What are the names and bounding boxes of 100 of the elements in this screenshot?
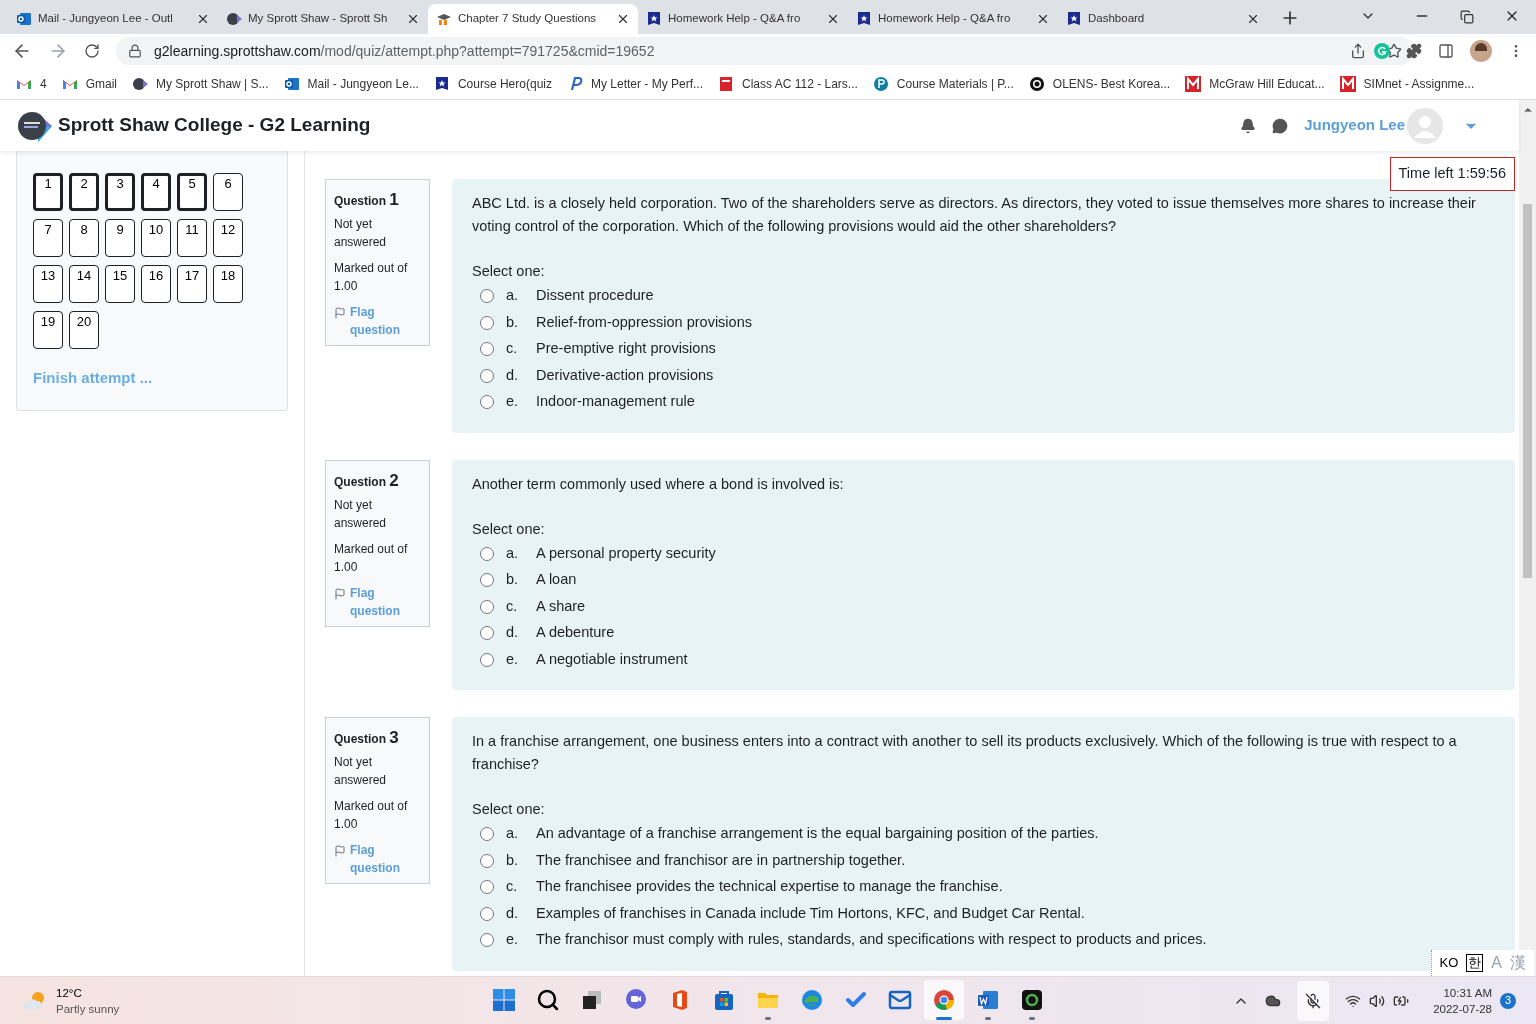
- question-nav-button[interactable]: 11: [177, 219, 207, 257]
- browser-tab[interactable]: Dashboard: [1058, 4, 1268, 34]
- language-bar-item[interactable]: 한: [1466, 954, 1484, 972]
- language-bar-item[interactable]: KO: [1439, 953, 1459, 973]
- radio-button[interactable]: [480, 906, 494, 921]
- volume-icon[interactable]: [1369, 992, 1386, 1009]
- bookmark-item[interactable]: Gmail: [61, 74, 118, 93]
- close-icon[interactable]: [1246, 12, 1260, 26]
- question-nav-button[interactable]: 19: [33, 311, 63, 349]
- close-icon[interactable]: [1036, 12, 1050, 26]
- radio-button[interactable]: [480, 827, 494, 842]
- radio-button[interactable]: [480, 933, 494, 948]
- browser-tab[interactable]: Homework Help - Q&A fro: [848, 4, 1058, 34]
- scrollbar-thumb[interactable]: [1523, 204, 1532, 578]
- radio-button[interactable]: [480, 853, 494, 868]
- bookmark-star-icon[interactable]: [1386, 43, 1402, 59]
- address-bar[interactable]: g2learning.sprottshaw.com/mod/quiz/attempt.php?attempt=791725&cmid=19652: [116, 37, 1414, 65]
- close-icon[interactable]: [826, 12, 840, 26]
- radio-button[interactable]: [480, 573, 494, 588]
- question-nav-button[interactable]: 6: [213, 173, 243, 211]
- answer-option[interactable]: c. A share: [472, 593, 1495, 620]
- bookmark-item[interactable]: Class AC 112 - Lars...: [718, 74, 858, 93]
- question-grade: Marked out of 1.00: [334, 798, 409, 833]
- bookmark-item[interactable]: Mail - Jungyeon Le...: [283, 74, 419, 93]
- extensions-icon[interactable]: [1406, 43, 1422, 59]
- question-nav-button[interactable]: 8: [69, 219, 99, 257]
- question-nav-button[interactable]: 9: [105, 219, 135, 257]
- question-nav-button[interactable]: 10: [141, 219, 171, 257]
- radio-button[interactable]: [480, 880, 494, 895]
- side-panel-icon[interactable]: [1438, 43, 1454, 59]
- answer-option[interactable]: b. Relief-from-oppression provisions: [472, 309, 1495, 336]
- clock-time[interactable]: 10:31 AM: [1433, 984, 1492, 1001]
- question-nav-button[interactable]: 1: [33, 173, 63, 211]
- radio-button[interactable]: [480, 395, 494, 410]
- video-chat-icon: [624, 988, 648, 1012]
- radio-button[interactable]: [480, 289, 494, 304]
- messages-icon[interactable]: [1272, 117, 1289, 134]
- radio-button[interactable]: [480, 315, 494, 330]
- question-nav-button[interactable]: 5: [177, 173, 207, 211]
- answer-option[interactable]: b. A loan: [472, 567, 1495, 594]
- browser-tab[interactable]: Mail - Jungyeon Lee - Outl: [8, 4, 218, 34]
- reload-icon[interactable]: [84, 43, 100, 59]
- answer-option[interactable]: b. The franchisee and franchisor are in partnership together.: [472, 847, 1495, 874]
- browser-tab[interactable]: My Sprott Shaw - Sprott Sh: [218, 4, 428, 34]
- bookmark-item[interactable]: Course Hero(quiz: [433, 74, 552, 93]
- radio-button[interactable]: [480, 652, 494, 667]
- close-icon[interactable]: [616, 12, 630, 26]
- radio-button[interactable]: [480, 599, 494, 614]
- microphone-muted-icon[interactable]: [1305, 992, 1322, 1009]
- star-shield-icon: [646, 11, 662, 27]
- question-nav-button[interactable]: 17: [177, 265, 207, 303]
- close-icon[interactable]: [196, 12, 210, 26]
- answer-option[interactable]: d. Examples of franchises in Canada include Tim Hortons, KFC, and Budget Car Rental.: [472, 900, 1495, 927]
- share-icon[interactable]: [1350, 43, 1366, 59]
- wave-circle-icon: [800, 988, 824, 1012]
- answer-option[interactable]: d. A debenture: [472, 620, 1495, 647]
- star-shield-icon: [1066, 11, 1082, 27]
- bookmark-item[interactable]: McGraw Hill Educat...: [1185, 74, 1325, 93]
- question-nav-button[interactable]: 15: [105, 265, 135, 303]
- answer-option[interactable]: e. A negotiable instrument: [472, 646, 1495, 673]
- question-nav-button[interactable]: 20: [69, 311, 99, 349]
- mail-app-icon: [283, 75, 300, 92]
- answer-option[interactable]: a. A personal property security: [472, 540, 1495, 567]
- question-nav-button[interactable]: 4: [141, 173, 171, 211]
- radio-button[interactable]: [480, 626, 494, 641]
- bookmark-item[interactable]: My Letter - My Perf...: [567, 74, 703, 93]
- question-nav-button[interactable]: 16: [141, 265, 171, 303]
- question-number: Question 1: [334, 189, 400, 211]
- question-nav-button[interactable]: 12: [213, 219, 243, 257]
- answer-option[interactable]: e. Indoor-management rule: [472, 389, 1495, 416]
- answer-option[interactable]: a. An advantage of a franchise arrangement is the equal bargaining position of the parties.: [472, 821, 1495, 848]
- question-nav-button[interactable]: 18: [213, 265, 243, 303]
- question-nav-button[interactable]: 3: [105, 173, 135, 211]
- bookmark-item[interactable]: 4: [16, 74, 47, 93]
- answer-option[interactable]: d. Derivative-action provisions: [472, 362, 1495, 389]
- question-nav-button[interactable]: 7: [33, 219, 63, 257]
- restore-icon[interactable]: [1460, 10, 1474, 24]
- bookmark-item[interactable]: OLENS- Best Korea...: [1028, 74, 1171, 93]
- site-title[interactable]: Sprott Shaw College - G2 Learning: [58, 111, 371, 140]
- radio-button[interactable]: [480, 368, 494, 383]
- select-one-prompt: Select one:: [472, 519, 546, 539]
- notifications-icon[interactable]: [1240, 117, 1257, 134]
- browser-tab[interactable]: Homework Help - Q&A fro: [638, 4, 848, 34]
- question-nav-button[interactable]: 13: [33, 265, 63, 303]
- clock-date[interactable]: 2022-07-28: [1433, 1000, 1492, 1017]
- bookmark-item[interactable]: Course Materials | P...: [872, 74, 1014, 93]
- answer-option[interactable]: c. Pre-emptive right provisions: [472, 336, 1495, 363]
- question-nav-button[interactable]: 2: [69, 173, 99, 211]
- bookmark-item[interactable]: My Sprott Shaw | S...: [132, 74, 269, 93]
- answer-option[interactable]: a. Dissent procedure: [472, 283, 1495, 310]
- radio-button[interactable]: [480, 546, 494, 561]
- radio-button[interactable]: [480, 342, 494, 357]
- answer-option[interactable]: c. The franchisee provides the technical expertise to manage the franchise.: [472, 874, 1495, 901]
- bookmark-item[interactable]: SIMnet - Assignme...: [1339, 74, 1475, 93]
- question-nav-button[interactable]: 14: [69, 265, 99, 303]
- notification-badge[interactable]: 3: [1500, 992, 1516, 1009]
- question-grade: Marked out of 1.00: [334, 260, 409, 295]
- answer-option[interactable]: e. The franchisor must comply with rules, standards, and specifications with respect to products and prices.: [472, 927, 1495, 954]
- close-icon[interactable]: [406, 12, 420, 26]
- browser-tab[interactable]: Chapter 7 Study Questions: [428, 4, 638, 34]
